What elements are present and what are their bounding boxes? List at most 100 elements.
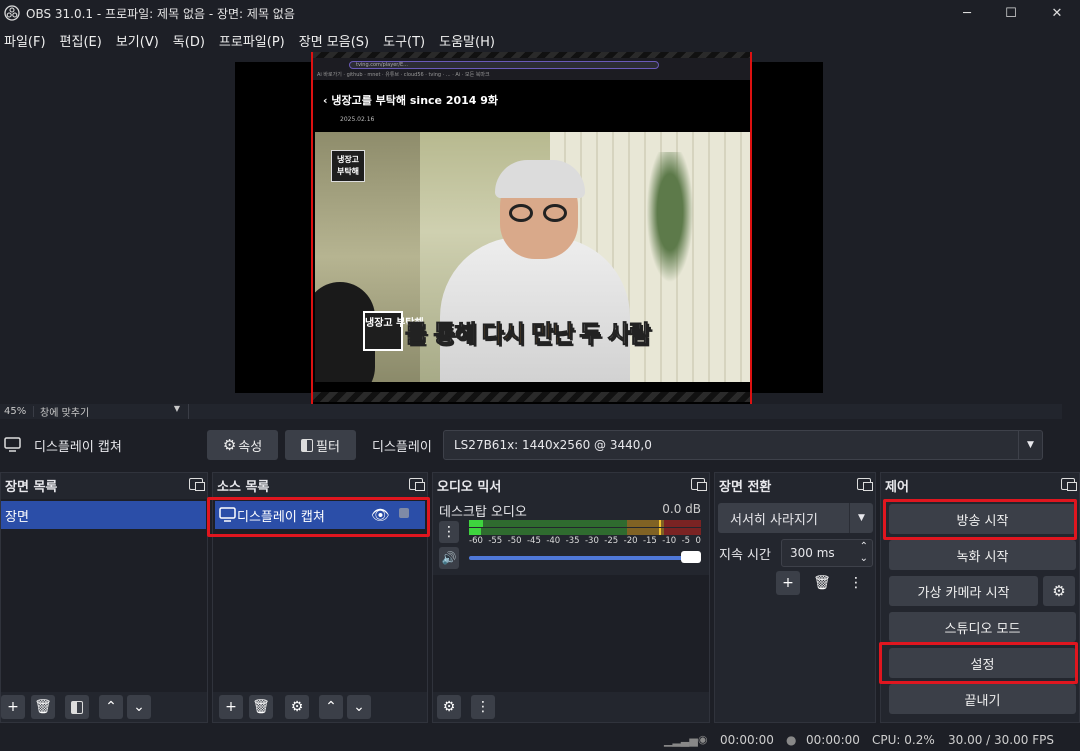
channel-name: 데스크탑 오디오 <box>439 505 527 520</box>
studio-mode-button[interactable]: 스튜디오 모드 <box>889 612 1076 642</box>
undock-icon[interactable] <box>691 478 707 491</box>
trash-icon: 🗑 <box>813 575 831 591</box>
remove-transition-button[interactable]: 🗑 <box>810 571 834 595</box>
close-button[interactable]: ✕ <box>1034 0 1080 26</box>
channel-menu-button[interactable]: ⋮ <box>439 521 459 543</box>
properties-button[interactable]: ⚙ 속성 <box>207 430 278 460</box>
zoom-fit-dropdown[interactable]: 창에 맞추기 ▼ <box>34 404 189 419</box>
captured-bookmarks: Ai 바로가기 · github · mnet · 유튜브 · cloud56 … <box>317 72 490 78</box>
record-status-icon: ● <box>786 733 797 747</box>
meter-ticks: -60 -55 -50 -45 -40 -35 -30 -25 -20 -15 -10 -5 0 <box>469 536 701 546</box>
hazard-stripe-bottom <box>313 392 750 402</box>
scenes-footer: + 🗑 ⌃ ⌄ <box>1 692 207 722</box>
mixer-empty-area <box>433 575 709 692</box>
highlight-settings <box>879 642 1078 684</box>
move-source-down-button[interactable]: ⌄ <box>347 695 371 719</box>
captured-page-title: 냉장고를 부탁해 since 2014 9화 <box>331 94 499 107</box>
display-capture-preview[interactable]: tving.com/player/E... Ai 바로가기 · github ·… <box>311 52 752 404</box>
status-bar: ▁▂▃▅ ◉ 00:00:00 ● 00:00:00 CPU: 0.2% 30.… <box>0 730 1080 751</box>
selected-source: 디스플레이 캡쳐 <box>4 436 122 455</box>
chevron-down-icon: ▼ <box>849 503 873 533</box>
scene-item[interactable]: 장면 <box>1 501 206 529</box>
signal-bars-icon: ▁▂▃▅ <box>664 734 698 747</box>
display-select[interactable]: LS27B61x: 1440x2560 @ 3440,0 ▼ <box>443 430 1043 460</box>
remove-source-button[interactable]: 🗑 <box>249 695 273 719</box>
menu-edit[interactable]: 편집(E) <box>58 31 104 50</box>
plus-icon: + <box>225 699 237 715</box>
undock-icon[interactable] <box>1061 478 1077 491</box>
speaker-icon: 🔊 <box>441 551 457 565</box>
volume-meter <box>469 520 701 536</box>
transition-menu-button[interactable]: ⋮ <box>844 571 868 595</box>
minimize-icon: ─ <box>963 5 971 21</box>
advanced-audio-button[interactable]: ⚙ <box>437 695 461 719</box>
audio-mixer-title: 오디오 믹서 <box>437 479 502 495</box>
source-properties-button[interactable]: ⚙ <box>285 695 309 719</box>
captured-browser-bar: tving.com/player/E... Ai 바로가기 · github ·… <box>313 58 750 80</box>
more-vertical-icon: ⋮ <box>442 524 456 540</box>
captured-page-date: 2025.02.16 <box>340 116 375 123</box>
audio-mixer-header: 오디오 믹서 <box>433 473 709 497</box>
add-source-button[interactable]: + <box>219 695 243 719</box>
plus-icon: + <box>7 699 19 715</box>
scenes-list: 장면 <box>1 499 207 692</box>
sources-dock-header: 소스 목록 <box>213 473 427 497</box>
undock-icon[interactable] <box>189 478 205 491</box>
volume-slider-handle[interactable] <box>681 551 701 563</box>
move-scene-down-button[interactable]: ⌄ <box>127 695 151 719</box>
trash-icon: 🗑 <box>252 699 270 715</box>
filters-button[interactable]: 필터 <box>285 430 356 460</box>
duration-label: 지속 시간 <box>719 548 771 563</box>
preview-area[interactable]: tving.com/player/E... Ai 바로가기 · github ·… <box>0 52 1080 404</box>
minimize-button[interactable]: ─ <box>944 0 990 26</box>
properties-label: 속성 <box>238 439 263 455</box>
menu-file[interactable]: 파일(F) <box>2 31 48 50</box>
undock-icon[interactable] <box>857 478 873 491</box>
display-value: LS27B61x: 1440x2560 @ 3440,0 <box>454 438 652 452</box>
start-virtual-camera-button[interactable]: 가상 카메라 시작 <box>889 576 1038 606</box>
virtual-camera-settings-button[interactable]: ⚙ <box>1043 576 1075 606</box>
move-source-up-button[interactable]: ⌃ <box>319 695 343 719</box>
title-bar: OBS 31.0.1 - 프로파일: 제목 없음 - 장면: 제목 없음 ─ ☐… <box>0 0 1080 26</box>
add-transition-button[interactable]: + <box>776 571 800 595</box>
menu-help[interactable]: 도움말(H) <box>437 31 497 50</box>
add-scene-button[interactable]: + <box>1 695 25 719</box>
display-label: 디스플레이 <box>372 439 432 455</box>
menu-docks[interactable]: 독(D) <box>171 31 207 50</box>
sources-title: 소스 목록 <box>217 479 270 495</box>
chevron-down-icon: ⌄ <box>133 699 145 715</box>
undock-icon[interactable] <box>409 478 425 491</box>
mixer-footer: ⚙ ⋮ <box>433 692 709 722</box>
menu-view[interactable]: 보기(V) <box>114 31 161 50</box>
scenes-title: 장면 목록 <box>5 479 58 495</box>
menu-scene-collection[interactable]: 장면 모음(S) <box>297 31 371 50</box>
duration-spinbox[interactable]: 300 ms ⌃ ⌄ <box>781 539 873 567</box>
menu-profile[interactable]: 프로파일(P) <box>217 31 287 50</box>
scenes-dock: 장면 목록 장면 + 🗑 ⌃ ⌄ <box>0 472 208 723</box>
exit-button[interactable]: 끝내기 <box>889 684 1076 714</box>
filter-icon <box>71 700 83 714</box>
start-recording-button[interactable]: 녹화 시작 <box>889 540 1076 570</box>
fps-readout: 30.00 / 30.00 FPS <box>948 733 1054 747</box>
source-toolbar: 디스플레이 캡쳐 ⚙ 속성 필터 디스플레이 LS27B61x: 1440x256… <box>0 426 1080 464</box>
gear-icon: ⚙ <box>290 699 304 715</box>
highlight-start-streaming <box>883 499 1077 540</box>
mixer-menu-button[interactable]: ⋮ <box>471 695 495 719</box>
move-scene-up-button[interactable]: ⌃ <box>99 695 123 719</box>
remove-scene-button[interactable]: 🗑 <box>31 695 55 719</box>
gear-icon: ⚙ <box>1052 582 1066 600</box>
controls-header: 제어 <box>881 473 1079 497</box>
scene-filters-button[interactable] <box>65 695 89 719</box>
menu-tools[interactable]: 도구(T) <box>381 31 427 50</box>
spin-arrows-icon[interactable]: ⌃ ⌄ <box>860 541 868 565</box>
chevron-up-icon: ⌃ <box>105 699 117 715</box>
maximize-icon: ☐ <box>1005 5 1017 21</box>
more-vertical-icon: ⋮ <box>476 699 490 715</box>
volume-slider[interactable] <box>469 551 701 563</box>
mute-button[interactable]: 🔊 <box>439 547 459 569</box>
window-title: OBS 31.0.1 - 프로파일: 제목 없음 - 장면: 제목 없음 <box>26 6 295 21</box>
maximize-button[interactable]: ☐ <box>988 0 1034 26</box>
chevron-down-icon: ⌄ <box>353 699 365 715</box>
transition-type-select[interactable]: 서서히 사라지기 ▼ <box>718 503 873 533</box>
captured-url: tving.com/player/E... <box>349 61 659 69</box>
